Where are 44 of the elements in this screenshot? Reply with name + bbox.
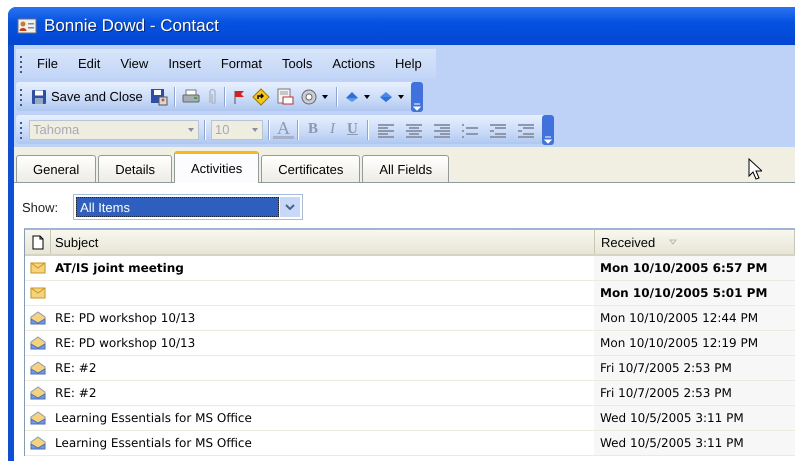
subject-cell-text: AT/IS joint meeting <box>54 261 185 275</box>
column-header[interactable]: Received <box>601 234 656 250</box>
down-arrow-icon[interactable] <box>378 90 394 104</box>
menu-item[interactable]: Actions <box>322 52 385 75</box>
caret-icon[interactable] <box>396 94 405 100</box>
subject-cell-text: RE: #2 <box>54 361 98 375</box>
subject-cell-text: Learning Essentials for MS Office <box>54 411 253 425</box>
date-cell: Wed 10/5/2005 3:11 PM <box>600 411 744 425</box>
toolbar-grip[interactable] <box>19 54 23 74</box>
subject-cell-text: Learning Essentials for MS Office <box>54 436 253 450</box>
menu-item[interactable]: Insert <box>158 52 211 75</box>
menu-item[interactable]: Tools <box>272 52 322 75</box>
window-title: Bonnie Dowd - Contact <box>44 16 219 36</box>
subject-cell-text: RE: PD workshop 10/13 <box>54 336 196 350</box>
caret-icon <box>251 126 259 132</box>
date-cell: Mon 10/10/2005 5:01 PM <box>600 286 768 300</box>
subject-cell-text: RE: PD workshop 10/13 <box>54 311 196 325</box>
save-icon[interactable] <box>150 88 168 106</box>
show-label: Show: <box>22 200 58 214</box>
toolbar-grip[interactable] <box>19 86 23 106</box>
up-arrow-icon[interactable] <box>344 90 360 104</box>
date-cell: Mon 10/10/2005 12:19 PM <box>600 336 758 350</box>
caret-icon <box>187 126 195 132</box>
caret-icon[interactable] <box>362 94 371 100</box>
date-cell: Fri 10/7/2005 2:53 PM <box>600 386 732 400</box>
date-cell: Mon 10/10/2005 12:44 PM <box>600 311 758 325</box>
menu-item[interactable]: File <box>27 52 68 75</box>
caret-icon[interactable] <box>320 94 329 100</box>
date-cell: Wed 10/5/2005 3:11 PM <box>600 436 744 450</box>
date-cell: Fri 10/7/2005 2:53 PM <box>600 361 732 375</box>
menu-item[interactable]: View <box>110 52 158 75</box>
contact-card-icon <box>17 18 37 34</box>
printer-icon[interactable] <box>182 88 200 104</box>
subject-cell-text: RE: #2 <box>54 386 98 400</box>
flag-icon[interactable] <box>232 88 246 104</box>
date-cell: Mon 10/10/2005 6:57 PM <box>600 261 768 275</box>
toolbar-options-button[interactable] <box>410 82 423 112</box>
menu-item[interactable]: Edit <box>68 52 110 75</box>
diamond-arrow-icon[interactable] <box>252 88 270 106</box>
menu-item[interactable]: Help <box>385 52 432 75</box>
menu-item[interactable]: Format <box>210 52 272 75</box>
save-and-close-button[interactable]: Save and Close <box>27 84 147 108</box>
column-header[interactable]: Subject <box>51 234 594 250</box>
cursor-icon <box>748 158 762 180</box>
